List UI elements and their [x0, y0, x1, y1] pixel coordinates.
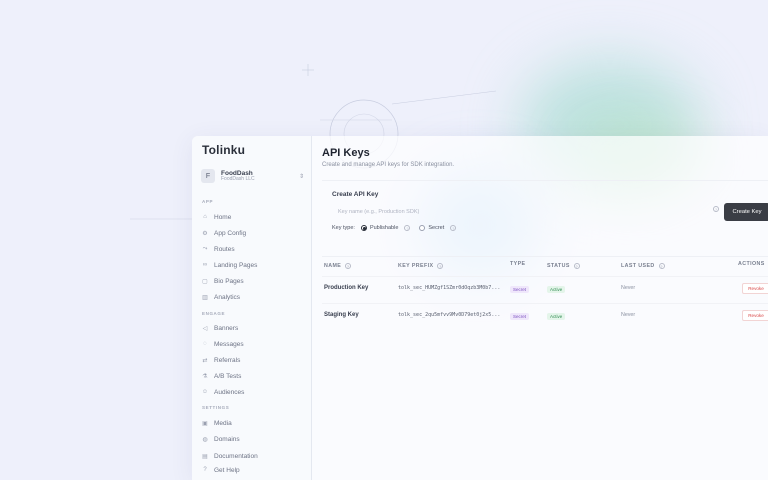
- page-title: API Keys: [322, 147, 370, 159]
- org-avatar: F: [201, 169, 215, 183]
- gear-icon: ⚙: [202, 230, 208, 237]
- radio-publishable[interactable]: [360, 225, 367, 231]
- last-used: Never: [621, 285, 636, 291]
- sidebar-item-label: Routes: [214, 245, 235, 253]
- sidebar-item-label: Get Help: [214, 466, 240, 474]
- help-icon: ?: [203, 467, 207, 473]
- sidebar-item-messages[interactable]: ◌ Messages: [201, 338, 244, 350]
- book-icon: ▤: [202, 453, 208, 460]
- column-header-name[interactable]: NAME?: [324, 263, 352, 269]
- type-badge: Secret: [510, 286, 530, 293]
- create-card-title: Create API Key: [332, 191, 379, 198]
- radio-secret-label[interactable]: Secret: [428, 225, 444, 231]
- column-header-key-prefix[interactable]: KEY PREFIX?: [398, 263, 444, 269]
- help-icon: ?: [450, 225, 457, 231]
- sidebar-item-label: A/B Tests: [214, 372, 242, 380]
- chevron-updown-icon: ⇕: [298, 173, 304, 180]
- sidebar-item-label: Banners: [214, 324, 239, 332]
- sidebar-item-bio-pages[interactable]: ▢ Bio Pages: [201, 275, 244, 287]
- create-key-button[interactable]: Create Key: [724, 203, 768, 221]
- nav-section-settings: SETTINGS: [202, 405, 230, 410]
- key-prefix: tolk_sec_2qu5mfvv9Mv0D79et0j2x5...: [398, 312, 501, 318]
- help-icon: ?: [713, 206, 719, 212]
- sidebar-item-media[interactable]: ▣ Media: [201, 417, 232, 429]
- link-icon: ∞: [202, 262, 208, 268]
- sidebar-item-landing-pages[interactable]: ∞ Landing Pages: [201, 259, 258, 271]
- sidebar-item-analytics[interactable]: ▥ Analytics: [201, 291, 240, 303]
- table-row: Production Key tolk_sec_HUMZgf1SZmr0dOqz…: [322, 276, 768, 302]
- sidebar-item-app-config[interactable]: ⚙ App Config: [201, 227, 246, 239]
- sidebar-item-get-help[interactable]: ? Get Help: [201, 464, 240, 476]
- sidebar-item-label: Documentation: [214, 452, 258, 460]
- org-subtitle: FoodDash LLC: [221, 175, 255, 182]
- sidebar-item-label: Referrals: [214, 356, 241, 364]
- sidebar-item-documentation[interactable]: ▤ Documentation: [201, 450, 258, 462]
- sidebar-item-label: Domains: [214, 435, 240, 443]
- column-header-type[interactable]: TYPE: [510, 261, 525, 267]
- key-type-group: Key type: Publishable ? Secret ?: [332, 225, 457, 231]
- sidebar-item-routes[interactable]: ⤳ Routes: [201, 243, 235, 255]
- help-icon: ?: [404, 225, 411, 231]
- status-badge: Active: [547, 313, 566, 320]
- message-icon: ◌: [203, 341, 207, 347]
- column-header-actions[interactable]: ACTIONS: [738, 261, 765, 267]
- referral-icon: ⇄: [202, 357, 208, 364]
- sidebar-item-audiences[interactable]: ☺ Audiences: [201, 386, 244, 398]
- help-icon: ?: [573, 263, 580, 269]
- key-type-label: Key type:: [332, 225, 355, 231]
- sidebar: Tolinku F FoodDash FoodDash LLC ⇕ APP ⌂ H…: [192, 136, 312, 480]
- sidebar-item-label: Home: [214, 213, 232, 221]
- globe-icon: ◍: [202, 436, 208, 443]
- key-name: Production Key: [324, 285, 369, 291]
- help-icon: ?: [437, 263, 444, 269]
- page-icon: ▢: [202, 278, 208, 285]
- sidebar-item-label: Analytics: [214, 293, 241, 301]
- status-badge: Active: [547, 286, 566, 293]
- column-header-last-used[interactable]: LAST USED?: [621, 263, 665, 269]
- sidebar-item-label: Landing Pages: [214, 261, 258, 269]
- sidebar-item-label: Bio Pages: [214, 277, 244, 285]
- type-badge: Secret: [510, 313, 530, 320]
- nav-section-app: APP: [202, 199, 214, 204]
- revoke-button[interactable]: Revoke: [742, 310, 768, 321]
- nav-section-engage: ENGAGE: [202, 311, 226, 316]
- column-header-status[interactable]: STATUS?: [547, 263, 580, 269]
- sidebar-item-banners[interactable]: ◁ Banners: [201, 322, 239, 334]
- sidebar-item-label: App Config: [214, 229, 247, 237]
- last-used: Never: [621, 312, 636, 318]
- sidebar-item-home[interactable]: ⌂ Home: [201, 211, 231, 223]
- org-switcher[interactable]: F FoodDash FoodDash LLC ⇕: [201, 165, 304, 187]
- sidebar-item-referrals[interactable]: ⇄ Referrals: [201, 354, 240, 366]
- radio-secret[interactable]: [419, 225, 426, 231]
- users-icon: ☺: [201, 389, 209, 395]
- sidebar-item-label: Media: [214, 419, 232, 427]
- chart-icon: ▥: [202, 294, 208, 301]
- megaphone-icon: ◁: [202, 325, 208, 332]
- sidebar-item-label: Messages: [214, 340, 244, 348]
- create-api-key-card: Create API Key ? Create Key Key type: Pu…: [322, 180, 768, 240]
- help-icon: ?: [658, 263, 665, 269]
- sidebar-item-label: Audiences: [214, 388, 245, 396]
- page-subtitle: Create and manage API keys for SDK integ…: [322, 162, 455, 168]
- key-name-input[interactable]: [332, 205, 712, 219]
- radio-publishable-label[interactable]: Publishable: [370, 225, 398, 231]
- key-prefix: tolk_sec_HUMZgf1SZmr0dOqzb3M0b7...: [398, 285, 501, 291]
- brand-logo[interactable]: Tolinku: [202, 143, 245, 157]
- help-icon: ?: [345, 263, 352, 269]
- sidebar-item-domains[interactable]: ◍ Domains: [201, 433, 240, 445]
- main-content: API Keys Create and manage API keys for …: [313, 136, 768, 480]
- key-name: Staging Key: [324, 312, 359, 318]
- revoke-button[interactable]: Revoke: [742, 283, 768, 294]
- home-icon: ⌂: [203, 214, 207, 220]
- table-row: Staging Key tolk_sec_2qu5mfvv9Mv0D79et0j…: [322, 303, 768, 329]
- app-window: Tolinku F FoodDash FoodDash LLC ⇕ APP ⌂ H…: [192, 136, 768, 480]
- route-icon: ⤳: [202, 245, 208, 252]
- image-icon: ▣: [202, 420, 208, 427]
- flask-icon: ⚗: [202, 373, 208, 380]
- api-keys-table: NAME? KEY PREFIX? TYPE STATUS? LAST USED…: [322, 256, 768, 328]
- sidebar-item-ab-tests[interactable]: ⚗ A/B Tests: [201, 370, 241, 382]
